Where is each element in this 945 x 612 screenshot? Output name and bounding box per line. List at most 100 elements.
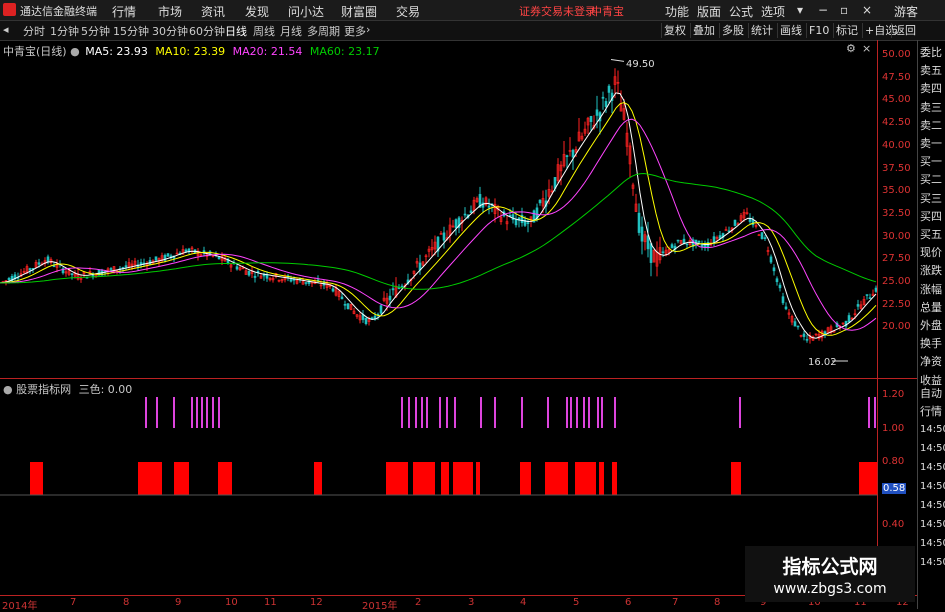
- user-label[interactable]: 游客: [894, 3, 918, 20]
- tick-time-label: 14:50: [920, 424, 945, 435]
- menu-bar: 通达信金融终端 行情 市场 资讯 发现 问小达 财富圈 交易 证券交易未登录 中…: [0, 0, 945, 21]
- signal-bar-magenta: [614, 397, 616, 428]
- menu-item-gongshi[interactable]: 公式: [729, 3, 753, 20]
- date-tick-label: 12: [310, 597, 323, 608]
- candle-body: [28, 268, 32, 271]
- menu-item-zixun[interactable]: 资讯: [201, 3, 225, 20]
- btn-biaoji[interactable]: 标记: [833, 23, 860, 38]
- candle-body: [217, 256, 221, 260]
- signal-block-red: [545, 462, 568, 495]
- tab-weekly[interactable]: 周线: [253, 23, 275, 39]
- candlestick-chart[interactable]: [0, 40, 877, 380]
- signal-bar-magenta: [601, 397, 603, 428]
- signal-block-red: [859, 462, 877, 495]
- restore-icon[interactable]: ▫: [840, 3, 848, 17]
- menu-item-caifuquan[interactable]: 财富圈: [341, 3, 377, 20]
- price-tick-label: 22.50: [882, 298, 911, 310]
- back-arrow-icon[interactable]: ◂: [3, 23, 9, 36]
- candle-body: [346, 303, 350, 310]
- login-status[interactable]: 证券交易未登录: [519, 3, 596, 19]
- price-tick-label: 25.00: [882, 276, 911, 287]
- candle-body: [856, 304, 860, 307]
- btn-back[interactable]: 返回: [891, 23, 918, 38]
- candle-body: [364, 317, 368, 325]
- tab-1min[interactable]: 1分钟: [50, 23, 79, 39]
- price-tick-label: 35.00: [882, 185, 911, 197]
- menu-item-hangqing[interactable]: 行情: [112, 3, 136, 20]
- minimize-icon[interactable]: −: [818, 3, 828, 17]
- tick-time-label: 14:50: [920, 538, 945, 549]
- current-stock: 中青宝: [591, 5, 624, 18]
- menu-item-gongneng[interactable]: 功能: [665, 3, 689, 20]
- candle-body: [769, 256, 773, 263]
- candle-body: [331, 288, 335, 292]
- close-icon[interactable]: ×: [862, 3, 872, 17]
- tab-daily[interactable]: 日线: [225, 23, 247, 39]
- candle-body: [187, 248, 191, 252]
- candle-body: [370, 317, 374, 320]
- signal-bar-magenta: [446, 397, 448, 428]
- high-price-label: 49.50: [626, 59, 655, 70]
- menu-item-banmian[interactable]: 版面: [697, 3, 721, 20]
- candle-body: [775, 278, 779, 283]
- low-price-label: 16.02: [808, 357, 837, 368]
- tick-time-label: 14:50: [920, 519, 945, 530]
- candle-body: [868, 297, 872, 299]
- candle-body: [304, 282, 308, 284]
- price-tick-label: 20.00: [882, 321, 911, 333]
- signal-bar-magenta: [566, 397, 568, 428]
- tab-30min[interactable]: 30分钟: [152, 23, 188, 39]
- candle-body: [514, 218, 518, 226]
- candle-body: [685, 243, 689, 246]
- candle-body: [712, 236, 716, 243]
- date-tick-label: 4: [520, 597, 527, 608]
- candle-body: [124, 265, 128, 268]
- signal-bar-magenta: [439, 397, 441, 428]
- high-marker-line: [610, 59, 625, 62]
- menu-item-shichang[interactable]: 市场: [158, 3, 182, 20]
- tab-more[interactable]: 更多: [344, 23, 366, 39]
- more-chevron-icon[interactable]: ›: [366, 23, 370, 36]
- menu-item-jiaoyi[interactable]: 交易: [396, 3, 420, 20]
- signal-bar-magenta: [739, 397, 741, 428]
- btn-huaxian[interactable]: 画线: [777, 23, 804, 38]
- menu-item-xuanxiang[interactable]: 选项: [761, 3, 785, 20]
- tab-multi-period[interactable]: 多周期: [307, 23, 340, 39]
- auto-quote-label[interactable]: 行情: [920, 403, 942, 419]
- btn-duogu[interactable]: 多股: [719, 23, 746, 38]
- watermark: 指标公式网 www.zbgs3.com: [745, 546, 915, 602]
- candle-body: [649, 243, 653, 263]
- auto-quote-label[interactable]: 自动: [920, 385, 942, 401]
- candle-body: [166, 253, 170, 257]
- btn-tongji[interactable]: 统计: [748, 23, 775, 38]
- quote-field-label: 现价: [920, 246, 942, 260]
- quote-field-label: 卖五: [920, 64, 942, 78]
- tab-fenshi[interactable]: 分时: [23, 23, 45, 39]
- quote-field-label: 总量: [920, 300, 942, 314]
- signal-bar-magenta: [583, 397, 585, 428]
- tick-time-label: 14:50: [920, 462, 945, 473]
- candle-body: [109, 268, 113, 270]
- candle-body: [388, 295, 392, 301]
- candle-body: [751, 219, 755, 226]
- dropdown-icon[interactable]: ▾: [797, 3, 803, 17]
- price-tick-label: 50.00: [882, 49, 911, 60]
- btn-f10[interactable]: F10: [806, 23, 831, 38]
- tab-15min[interactable]: 15分钟: [113, 23, 149, 39]
- signal-bar-magenta: [201, 397, 203, 428]
- menu-item-faxian[interactable]: 发现: [245, 3, 269, 20]
- app-logo-icon: [3, 3, 16, 16]
- menu-item-wenxiaoda[interactable]: 问小达: [288, 3, 324, 20]
- btn-diejia[interactable]: 叠加: [690, 23, 717, 38]
- btn-fuquan[interactable]: 复权: [661, 23, 688, 38]
- signal-bar-magenta: [415, 397, 417, 428]
- signal-bar-magenta: [868, 397, 870, 428]
- tab-5min[interactable]: 5分钟: [81, 23, 110, 39]
- signal-bar-magenta: [206, 397, 208, 428]
- date-tick-label: 3: [468, 597, 475, 608]
- signal-bar-magenta: [597, 397, 599, 428]
- tab-60min[interactable]: 60分钟: [189, 23, 225, 39]
- date-tick-label: 7: [70, 597, 77, 608]
- tab-monthly[interactable]: 月线: [280, 23, 302, 39]
- candle-body: [247, 270, 251, 276]
